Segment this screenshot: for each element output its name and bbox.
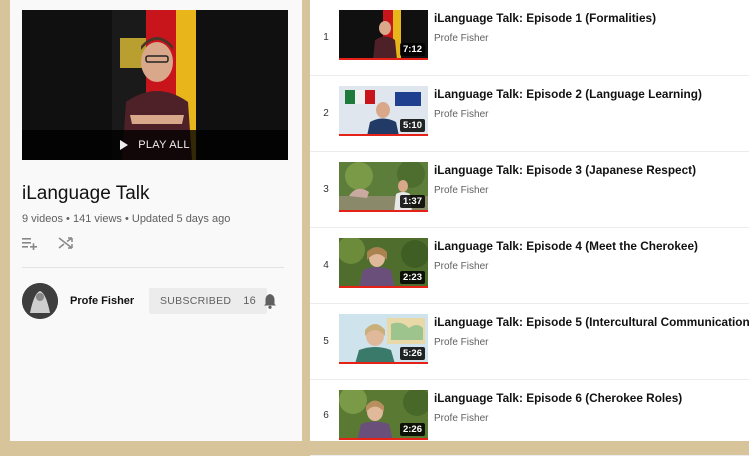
video-duration: 7:12 [399,43,425,56]
video-duration: 2:23 [399,271,425,284]
playlist-sidebar: PLAY ALL iLanguage Talk 9 videos • 141 v… [10,0,302,441]
watch-progress-bar [339,362,428,364]
video-title[interactable]: iLanguage Talk: Episode 4 (Meet the Cher… [434,239,698,253]
play-all-button[interactable]: PLAY ALL [22,130,288,160]
video-index: 4 [323,260,329,271]
video-thumbnail[interactable]: 7:12 [339,10,428,60]
video-channel[interactable]: Profe Fisher [434,185,488,196]
video-index: 6 [323,410,329,421]
play-all-label: PLAY ALL [138,139,190,151]
video-index: 2 [323,108,329,119]
video-thumbnail[interactable]: 5:26 [339,314,428,364]
playlist-title: iLanguage Talk [22,183,150,204]
bell-icon[interactable] [263,293,277,309]
video-title[interactable]: iLanguage Talk: Episode 2 (Language Lear… [434,87,702,101]
video-thumbnail[interactable]: 2:26 [339,390,428,440]
updated-date: Updated 5 days ago [131,213,231,225]
watch-progress-bar [339,210,428,212]
playlist-hero-thumbnail[interactable]: PLAY ALL [22,10,288,160]
playlist-actions [22,236,74,250]
add-to-queue-icon[interactable] [22,236,38,250]
video-title[interactable]: iLanguage Talk: Episode 1 (Formalities) [434,11,656,25]
list-item[interactable]: 4 2:23 iLanguage Talk: Episode 4 (Meet t… [310,228,749,304]
list-item[interactable]: 2 5:10 iLanguage Talk: Episode 2 (Langua… [310,76,749,152]
subscribe-label: SUBSCRIBED [160,295,232,307]
video-channel[interactable]: Profe Fisher [434,109,488,120]
sidebar-divider [22,267,284,268]
video-channel[interactable]: Profe Fisher [434,337,488,348]
video-duration: 5:10 [399,119,425,132]
stats-separator: • [124,213,132,225]
video-thumbnail[interactable]: 5:10 [339,86,428,136]
list-item[interactable]: 6 2:26 iLanguage Talk: Episode 6 (Cherok… [310,380,749,456]
play-icon [120,140,129,150]
video-thumbnail[interactable]: 1:37 [339,162,428,212]
owner-name[interactable]: Profe Fisher [70,295,134,307]
video-title[interactable]: iLanguage Talk: Episode 3 (Japanese Resp… [434,163,696,177]
watch-progress-bar [339,438,428,440]
stats-separator: • [66,213,73,225]
video-index: 5 [323,336,329,347]
list-item[interactable]: 3 1:37 iLanguage Talk: Episode 3 (Japane… [310,152,749,228]
video-title[interactable]: iLanguage Talk: Episode 5 (Intercultural… [434,315,749,329]
video-channel[interactable]: Profe Fisher [434,413,488,424]
watch-progress-bar [339,58,428,60]
video-channel[interactable]: Profe Fisher [434,33,488,44]
video-thumbnail[interactable]: 2:23 [339,238,428,288]
subscribe-button[interactable]: SUBSCRIBED 16 [149,288,268,314]
avatar[interactable] [22,283,58,319]
video-channel[interactable]: Profe Fisher [434,261,488,272]
video-duration: 2:26 [399,423,425,436]
video-duration: 1:37 [399,195,425,208]
video-count: 9 videos [22,213,63,225]
watch-progress-bar [339,286,428,288]
avatar-image [22,283,58,319]
video-index: 3 [323,184,329,195]
playlist-video-list: 1 7:12 iLanguage Talk: Episode 1 (Formal… [310,0,749,456]
video-duration: 5:26 [399,347,425,360]
shuffle-icon[interactable] [58,236,74,250]
watch-progress-bar [339,134,428,136]
video-title[interactable]: iLanguage Talk: Episode 6 (Cherokee Role… [434,391,682,405]
view-count: 141 views [72,213,122,225]
subscriber-count: 16 [243,295,257,307]
video-index: 1 [323,32,329,43]
list-item[interactable]: 1 7:12 iLanguage Talk: Episode 1 (Formal… [310,0,749,76]
list-item[interactable]: 5 5:26 iLanguage Talk: Episode 5 (Interc… [310,304,749,380]
playlist-stats: 9 videos • 141 views • Updated 5 days ag… [22,213,230,225]
